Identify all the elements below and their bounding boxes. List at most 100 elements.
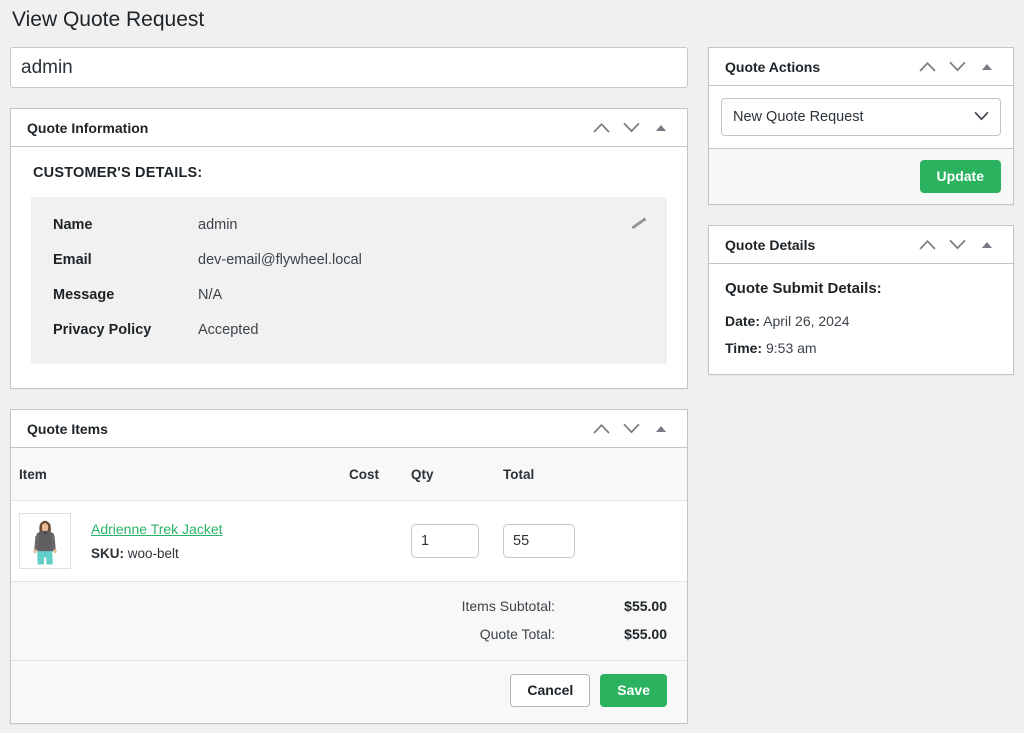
field-label: Message xyxy=(53,287,115,304)
quote-time-line: Time: 9:53 am xyxy=(725,340,997,356)
quote-actions-body: New Quote Request xyxy=(709,86,1013,148)
move-down-button[interactable] xyxy=(617,113,645,143)
column-header-total: Total xyxy=(495,448,615,501)
quote-actions-footer: Update xyxy=(709,148,1013,205)
move-down-button[interactable] xyxy=(943,230,971,260)
chevron-up-icon xyxy=(593,122,610,133)
toggle-panel-icon xyxy=(982,63,992,70)
quote-details-body: Quote Submit Details: Date: April 26, 20… xyxy=(709,264,1013,374)
product-link[interactable]: Adrienne Trek Jacket xyxy=(91,521,223,537)
quote-details-panel: Quote Details Quote Submit Details: Date… xyxy=(708,225,1014,376)
field-label: Email xyxy=(53,252,92,269)
chevron-down-icon xyxy=(623,122,640,133)
customer-details-heading: CUSTOMER'S DETAILS: xyxy=(33,165,203,182)
total-cell xyxy=(495,500,615,582)
field-value: dev-email@flywheel.local xyxy=(198,252,362,269)
panel-handle-actions xyxy=(913,230,1001,260)
quote-information-title: Quote Information xyxy=(27,119,149,136)
qty-cell xyxy=(403,500,495,582)
quote-total-label: Quote Total: xyxy=(479,625,555,642)
sku-value: woo-belt xyxy=(127,545,179,561)
quote-items-table: Item Cost Qty Total Adrienne Trek Jacket… xyxy=(11,448,687,582)
item-text: Adrienne Trek Jacket SKU: woo-belt xyxy=(91,521,223,561)
sidebar-column: Quote Actions New Quote Request Update Q… xyxy=(708,47,1014,395)
panel-handle-actions xyxy=(587,414,675,444)
update-button[interactable]: Update xyxy=(919,160,1001,194)
move-up-button[interactable] xyxy=(587,113,615,143)
product-thumbnail-image xyxy=(19,512,71,569)
quote-details-header: Quote Details xyxy=(709,226,1013,265)
quote-information-panel: Quote Information CUSTOMER'S DETAILS: Na… xyxy=(10,108,688,390)
sku-label: SKU: xyxy=(91,545,124,561)
move-down-button[interactable] xyxy=(617,414,645,444)
quote-total-row: Quote Total: $55.00 xyxy=(31,626,667,642)
quote-items-body: Item Cost Qty Total Adrienne Trek Jacket… xyxy=(11,448,687,723)
column-header-item: Item xyxy=(11,448,341,501)
toggle-panel-icon xyxy=(982,241,992,248)
quote-items-panel: Quote Items Item Cost Qty Total Adrienne… xyxy=(10,409,688,724)
page-title: View Quote Request xyxy=(12,8,205,31)
quote-actions-panel: Quote Actions New Quote Request Update xyxy=(708,47,1014,206)
cost-cell xyxy=(341,500,403,582)
field-label: Privacy Policy xyxy=(53,322,152,339)
chevron-up-icon xyxy=(593,423,610,434)
quote-total-value: $55.00 xyxy=(624,625,667,642)
cancel-button[interactable]: Cancel xyxy=(510,673,591,707)
toggle-panel-button[interactable] xyxy=(647,113,675,143)
quote-date-line: Date: April 26, 2024 xyxy=(725,313,997,329)
move-down-button[interactable] xyxy=(943,52,971,82)
quote-time-label: Time: xyxy=(725,340,763,357)
table-body: Adrienne Trek Jacket SKU: woo-belt xyxy=(11,500,687,582)
customer-details-wrap: CUSTOMER'S DETAILS: Name admin Email dev… xyxy=(11,147,687,388)
spacer-cell xyxy=(615,500,687,582)
main-column: Quote Information xyxy=(10,47,688,733)
quote-date-value: April 26, 2024 xyxy=(763,313,850,330)
quote-items-actions: Cancel Save xyxy=(11,660,687,723)
quantity-input[interactable] xyxy=(411,523,479,558)
quote-status-select[interactable]: New Quote Request xyxy=(721,98,1001,137)
item-cell: Adrienne Trek Jacket SKU: woo-belt xyxy=(11,500,341,582)
chevron-down-icon xyxy=(949,61,966,72)
chevron-down-icon xyxy=(623,423,640,434)
customer-field-row: Email dev-email@flywheel.local xyxy=(53,252,645,268)
quote-items-header: Quote Items xyxy=(11,410,687,449)
field-value: N/A xyxy=(198,287,223,304)
customer-details-card: Name admin Email dev-email@flywheel.loca… xyxy=(31,197,667,365)
column-header-cost: Cost xyxy=(341,448,403,501)
quote-title-input[interactable] xyxy=(10,47,688,89)
field-value: admin xyxy=(198,217,238,234)
move-up-button[interactable] xyxy=(587,414,615,444)
save-button[interactable]: Save xyxy=(600,673,667,707)
toggle-panel-button[interactable] xyxy=(647,414,675,444)
quote-status-select-wrap: New Quote Request xyxy=(721,98,1001,137)
move-up-button[interactable] xyxy=(913,230,941,260)
chevron-down-icon xyxy=(949,239,966,250)
pencil-icon[interactable] xyxy=(627,213,649,235)
field-label: Name xyxy=(53,217,93,234)
toggle-panel-icon xyxy=(656,124,666,131)
move-up-button[interactable] xyxy=(913,52,941,82)
customer-field-row: Privacy Policy Accepted xyxy=(53,322,645,338)
chevron-up-icon xyxy=(919,61,936,72)
field-value: Accepted xyxy=(198,322,259,339)
table-header-row: Item Cost Qty Total xyxy=(11,448,687,501)
panel-handle-actions xyxy=(587,113,675,143)
quote-actions-header: Quote Actions xyxy=(709,48,1013,87)
toggle-panel-button[interactable] xyxy=(973,52,1001,82)
toggle-panel-icon xyxy=(656,425,666,432)
table-head: Item Cost Qty Total xyxy=(11,448,687,501)
admin-page: View Quote Request Quote Information xyxy=(0,0,1024,733)
column-header-spacer xyxy=(615,448,687,501)
quote-information-body: CUSTOMER'S DETAILS: Name admin Email dev… xyxy=(11,147,687,388)
table-row: Adrienne Trek Jacket SKU: woo-belt xyxy=(11,500,687,582)
items-subtotal-row: Items Subtotal: $55.00 xyxy=(31,598,667,614)
quote-items-title: Quote Items xyxy=(27,420,108,437)
quote-actions-title: Quote Actions xyxy=(725,58,821,75)
toggle-panel-button[interactable] xyxy=(973,230,1001,260)
quote-submit-details-heading: Quote Submit Details: xyxy=(725,280,882,298)
quote-date-label: Date: xyxy=(725,313,761,330)
page-columns: Quote Information xyxy=(10,47,1014,733)
line-total-input[interactable] xyxy=(503,523,575,558)
customer-field-row: Name admin xyxy=(53,217,645,233)
panel-handle-actions xyxy=(913,52,1001,82)
